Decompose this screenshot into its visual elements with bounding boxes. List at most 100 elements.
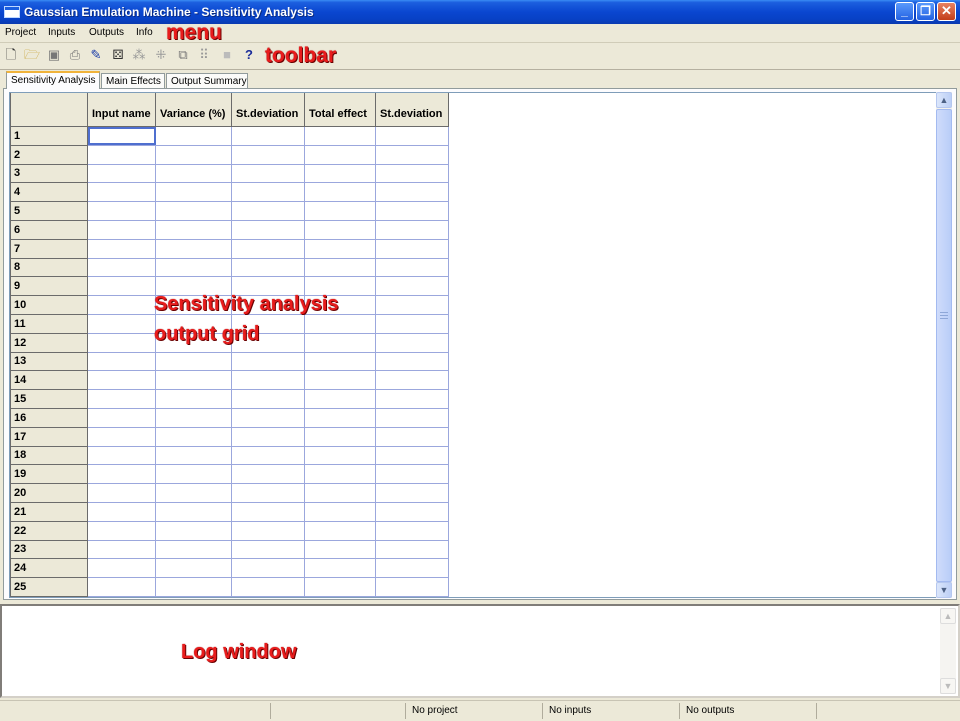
grid-vertical-scrollbar[interactable]: ▲ ▼ xyxy=(936,92,952,598)
grid-cell[interactable] xyxy=(155,182,232,203)
grid-cell[interactable] xyxy=(155,445,232,466)
row-header[interactable]: 22 xyxy=(10,520,88,541)
menu-inputs[interactable]: Inputs xyxy=(48,27,75,38)
grid-cell[interactable] xyxy=(231,501,305,522)
grid-cell[interactable] xyxy=(87,539,156,560)
grid-cell[interactable] xyxy=(231,539,305,560)
column-header-st-deviation[interactable]: St.deviation xyxy=(231,93,305,127)
grid-cell[interactable] xyxy=(87,595,156,597)
grid-cell[interactable] xyxy=(231,351,305,372)
grid-cell[interactable] xyxy=(231,370,305,391)
grid-cell[interactable] xyxy=(231,182,305,203)
grid-cell[interactable] xyxy=(231,257,305,278)
grid-cell[interactable] xyxy=(231,144,305,165)
row-header[interactable]: 19 xyxy=(10,464,88,485)
row-header[interactable]: 14 xyxy=(10,370,88,391)
grid-cell[interactable] xyxy=(87,219,156,240)
grid-cell[interactable] xyxy=(87,332,156,353)
restore-button[interactable]: ❐ xyxy=(916,2,935,21)
tab-output-summary[interactable]: Output Summary xyxy=(166,73,248,88)
grid-cell[interactable] xyxy=(375,332,449,353)
grid-cell[interactable] xyxy=(87,445,156,466)
grid-cell[interactable] xyxy=(87,144,156,165)
row-header[interactable]: 26 xyxy=(10,595,88,597)
grid-cell[interactable] xyxy=(155,163,232,184)
row-header[interactable]: 12 xyxy=(10,332,88,353)
grid-cell[interactable] xyxy=(304,558,376,579)
grid-cell[interactable] xyxy=(231,595,305,597)
save-icon[interactable]: ▣ xyxy=(46,47,62,63)
grid-cell[interactable] xyxy=(375,539,449,560)
row-header[interactable]: 21 xyxy=(10,501,88,522)
log-window[interactable]: ▲ ▼ xyxy=(0,604,960,698)
grid-cell[interactable] xyxy=(375,558,449,579)
row-header[interactable]: 25 xyxy=(10,577,88,597)
grid-cell[interactable] xyxy=(304,595,376,597)
dice-icon[interactable]: ⚄ xyxy=(110,47,126,63)
grid-cell[interactable] xyxy=(87,295,156,315)
grid-cell[interactable] xyxy=(375,257,449,278)
copy-icon[interactable]: ⧉ xyxy=(175,47,191,63)
grid-cell[interactable] xyxy=(304,464,376,485)
grid-cell[interactable] xyxy=(155,558,232,579)
grid-cell[interactable] xyxy=(231,163,305,184)
grid-cell[interactable] xyxy=(375,276,449,297)
row-header[interactable]: 23 xyxy=(10,539,88,560)
grid-cell[interactable] xyxy=(304,407,376,428)
grid-cell[interactable] xyxy=(304,182,376,203)
grid-cell[interactable] xyxy=(87,520,156,541)
grid-cell[interactable] xyxy=(155,426,232,447)
row-header[interactable]: 8 xyxy=(10,257,88,278)
grid-cell[interactable] xyxy=(375,126,449,146)
row-header[interactable]: 13 xyxy=(10,351,88,372)
row-header[interactable]: 15 xyxy=(10,389,88,409)
grid-cell[interactable] xyxy=(155,501,232,522)
grid-cell[interactable] xyxy=(87,483,156,503)
scroll-up-arrow-icon[interactable]: ▲ xyxy=(936,92,952,108)
grid-cell[interactable] xyxy=(375,182,449,203)
grid-cell[interactable] xyxy=(87,351,156,372)
grid-cell[interactable] xyxy=(155,539,232,560)
grid-dots-icon[interactable]: ⠿ xyxy=(196,47,212,63)
log-scroll-up-arrow-icon[interactable]: ▲ xyxy=(940,608,956,624)
grid-cell[interactable] xyxy=(375,144,449,165)
row-header[interactable]: 4 xyxy=(10,182,88,203)
menu-info[interactable]: Info xyxy=(136,27,153,38)
grid-cell[interactable] xyxy=(87,163,156,184)
column-header-total-effect[interactable]: Total effect xyxy=(304,93,376,127)
grid-cell[interactable] xyxy=(231,558,305,579)
edit-pen-icon[interactable]: ✎ xyxy=(88,47,104,63)
grid-cell[interactable] xyxy=(155,257,232,278)
sensitivity-output-grid[interactable]: Input name Variance (%) St.deviation Tot… xyxy=(9,92,939,598)
grid-cell[interactable] xyxy=(155,238,232,259)
row-header[interactable]: 2 xyxy=(10,144,88,165)
grid-cell[interactable] xyxy=(155,520,232,541)
grid-cell[interactable] xyxy=(304,126,376,146)
row-header[interactable]: 5 xyxy=(10,201,88,221)
minimize-button[interactable]: _ xyxy=(895,2,914,21)
grid-cell[interactable] xyxy=(304,163,376,184)
help-icon[interactable]: ? xyxy=(241,47,257,63)
grid-cell[interactable] xyxy=(375,445,449,466)
grid-cell[interactable] xyxy=(304,539,376,560)
grid-cell[interactable] xyxy=(304,483,376,503)
grid-cell[interactable] xyxy=(231,219,305,240)
grid-cell[interactable] xyxy=(375,370,449,391)
row-header[interactable]: 11 xyxy=(10,313,88,334)
row-header[interactable]: 18 xyxy=(10,445,88,466)
grid-cell[interactable] xyxy=(87,558,156,579)
title-bar[interactable]: Gaussian Emulation Machine - Sensitivity… xyxy=(0,0,960,24)
grid-cell[interactable] xyxy=(304,219,376,240)
grid-cell[interactable] xyxy=(87,407,156,428)
grid-scatter-icon[interactable]: ⁂ xyxy=(131,47,147,63)
grid-cell[interactable] xyxy=(87,313,156,334)
grid-cell[interactable] xyxy=(155,595,232,597)
grid-cell[interactable] xyxy=(87,126,156,146)
log-vertical-scrollbar[interactable]: ▲ ▼ xyxy=(940,608,956,694)
grid-cell[interactable] xyxy=(87,238,156,259)
row-header[interactable]: 3 xyxy=(10,163,88,184)
grid-cell[interactable] xyxy=(304,389,376,409)
grid-cell[interactable] xyxy=(231,426,305,447)
grid-cell[interactable] xyxy=(375,351,449,372)
row-header[interactable]: 6 xyxy=(10,219,88,240)
